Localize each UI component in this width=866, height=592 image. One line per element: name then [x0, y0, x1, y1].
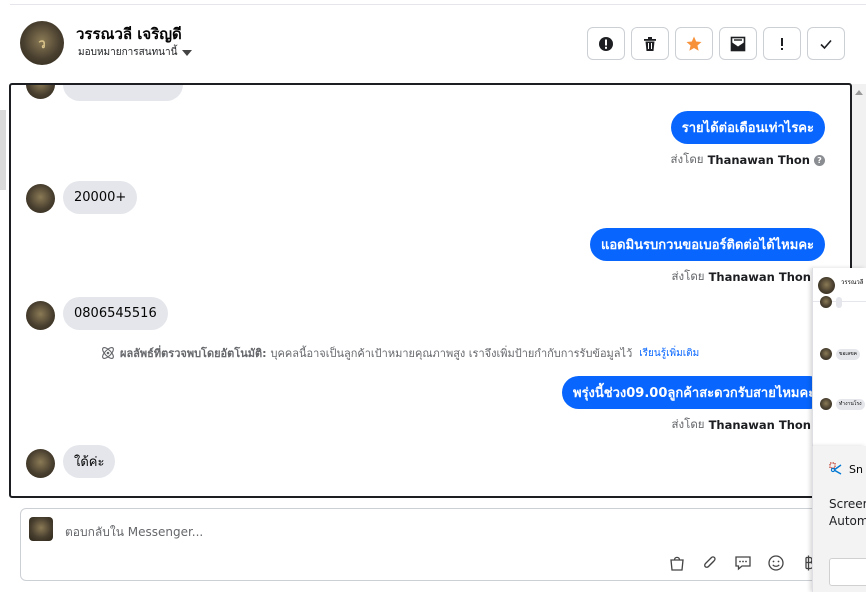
message-text: รายได้ต่อเดือนเท่าไรคะ [681, 121, 814, 136]
outgoing-message[interactable]: รายได้ต่อเดือนเท่าไรคะ [670, 111, 825, 144]
sent-by-prefix: ส่งโดย [670, 152, 704, 166]
chat-bubble-icon [735, 556, 751, 571]
shop-bag-button[interactable] [667, 553, 687, 573]
reply-composer[interactable]: ตอบกลับใน Messenger... [20, 508, 840, 581]
shopping-bag-icon [670, 556, 684, 571]
notification-title: Sn [829, 462, 863, 476]
sent-by-prefix: ส่งโดย [671, 417, 705, 431]
contact-name[interactable]: วรรณวลี เจริญดี [76, 22, 182, 46]
header-actions [587, 27, 845, 60]
message-text: พรุ่งนี้ช่วง09.00ลูกค้าสะดวกรับสายไหมคะ [573, 386, 816, 401]
follow-up-button[interactable] [763, 27, 801, 60]
mini-avatar [818, 277, 835, 294]
message-text: 20000+ [74, 190, 127, 205]
atom-icon [102, 347, 114, 359]
message-text: ใด้ค่ะ [74, 455, 105, 470]
incoming-message[interactable]: ใด้ค่ะ [63, 445, 116, 478]
auto-detected-note: ผลลัพธ์ที่ตรวจพบโดยอัตโนมัติ: บุคคลนี้อา… [100, 344, 699, 362]
mini-message: ทำงานโรง [820, 398, 865, 412]
emoji-button[interactable] [766, 553, 786, 573]
trash-icon [644, 36, 656, 51]
assign-conversation-dropdown[interactable]: มอบหมายการสนทนานี้ [78, 45, 193, 60]
composer-tools [667, 553, 819, 573]
incoming-message[interactable]: 20000+ [63, 181, 138, 214]
avatar-initial: ว [38, 36, 46, 52]
star-button[interactable] [675, 27, 713, 60]
mini-chat-name: วรรณวลี [841, 279, 864, 286]
scroll-up-arrow-icon[interactable] [855, 90, 863, 95]
note-text: บุคคลนี้อาจเป็นลูกค้าเป้าหมายคุณภาพสูง เ… [270, 347, 633, 360]
contact-avatar[interactable]: ว [20, 21, 64, 65]
sender-name: Thanawan Thon [708, 418, 811, 432]
mini-message-text [836, 297, 842, 308]
message-text: แอดมินรบกวนขอเบอร์ติดต่อได้ไหมคะ [600, 238, 814, 253]
mini-message-text: ทำงานโรง [836, 399, 865, 410]
notification-line: Screer [829, 497, 866, 511]
sent-by-prefix: ส่งโดย [671, 269, 705, 283]
mark-unread-button[interactable] [719, 27, 757, 60]
contact-avatar-small [26, 184, 55, 213]
star-icon [686, 36, 702, 51]
message-text: ... [74, 83, 87, 92]
message-text: 0806545516 [74, 306, 157, 321]
mark-spam-button[interactable] [587, 27, 625, 60]
contact-avatar-small [26, 449, 55, 478]
message-thread: ... รายได้ต่อเดือนเท่าไรคะ ส่งโดย Thanaw… [9, 83, 852, 498]
contact-avatar-small [26, 301, 55, 330]
mini-message [820, 296, 860, 310]
mini-avatar [820, 296, 832, 308]
sent-by-label: ส่งโดย Thanawan Thon ? [671, 151, 825, 169]
alert-circle-icon [599, 36, 613, 51]
assign-label: มอบหมายการสนทนานี้ [78, 47, 178, 58]
caret-down-icon [182, 49, 193, 56]
smiley-icon [768, 555, 784, 571]
check-icon [820, 39, 832, 49]
attach-button[interactable] [700, 553, 720, 573]
conversation-header: ว วรรณวลี เจริญดี มอบหมายการสนทนานี้ [10, 5, 866, 83]
left-scrollbar[interactable] [0, 110, 6, 190]
outgoing-message[interactable]: แอดมินรบกวนขอเบอร์ติดต่อได้ไหมคะ [589, 228, 825, 261]
snipping-tool-icon [829, 462, 842, 475]
mark-done-button[interactable] [807, 27, 845, 60]
sender-name: Thanawan Thon [708, 270, 811, 284]
mini-avatar [820, 398, 832, 410]
sent-by-label: ส่งโดย Thanawan Thon [672, 268, 811, 286]
notification-line: Autom [829, 514, 866, 528]
saved-replies-button[interactable] [733, 553, 753, 573]
snipping-tool-notification[interactable]: Sn Screer Autom [812, 446, 866, 592]
exclamation-icon [781, 37, 783, 50]
mini-message: ขอเลขค [820, 348, 860, 362]
reply-input[interactable]: ตอบกลับใน Messenger... [65, 523, 203, 542]
contact-avatar-small [26, 85, 55, 99]
delete-button[interactable] [631, 27, 669, 60]
learn-more-link[interactable]: เรียนรู้เพิ่มเติม [639, 346, 699, 361]
outgoing-message[interactable]: พรุ่งนี้ช่วง09.00ลูกค้าสะดวกรับสายไหมคะ [562, 376, 827, 409]
conversation-view: ว วรรณวลี เจริญดี มอบหมายการสนทนานี้ ...… [0, 0, 866, 592]
notification-body: Screer Autom [829, 496, 866, 530]
notification-app-name: Sn [849, 462, 863, 476]
question-icon[interactable]: ? [814, 154, 825, 166]
sender-name: Thanawan Thon [707, 153, 810, 167]
envelope-icon [730, 36, 746, 51]
paperclip-icon [704, 556, 716, 568]
sent-by-label: ส่งโดย Thanawan Thon [672, 416, 811, 434]
mini-chat-panel[interactable]: วรรณวลี ขอเลขค ทำงานโรง [812, 268, 866, 446]
notification-button[interactable] [829, 558, 866, 586]
mini-avatar [820, 348, 832, 360]
page-avatar [29, 517, 53, 541]
note-title: ผลลัพธ์ที่ตรวจพบโดยอัตโนมัติ: [120, 347, 267, 360]
mini-message-text: ขอเลขค [836, 349, 860, 360]
incoming-message[interactable]: ... [63, 83, 183, 101]
incoming-message[interactable]: 0806545516 [63, 297, 168, 330]
